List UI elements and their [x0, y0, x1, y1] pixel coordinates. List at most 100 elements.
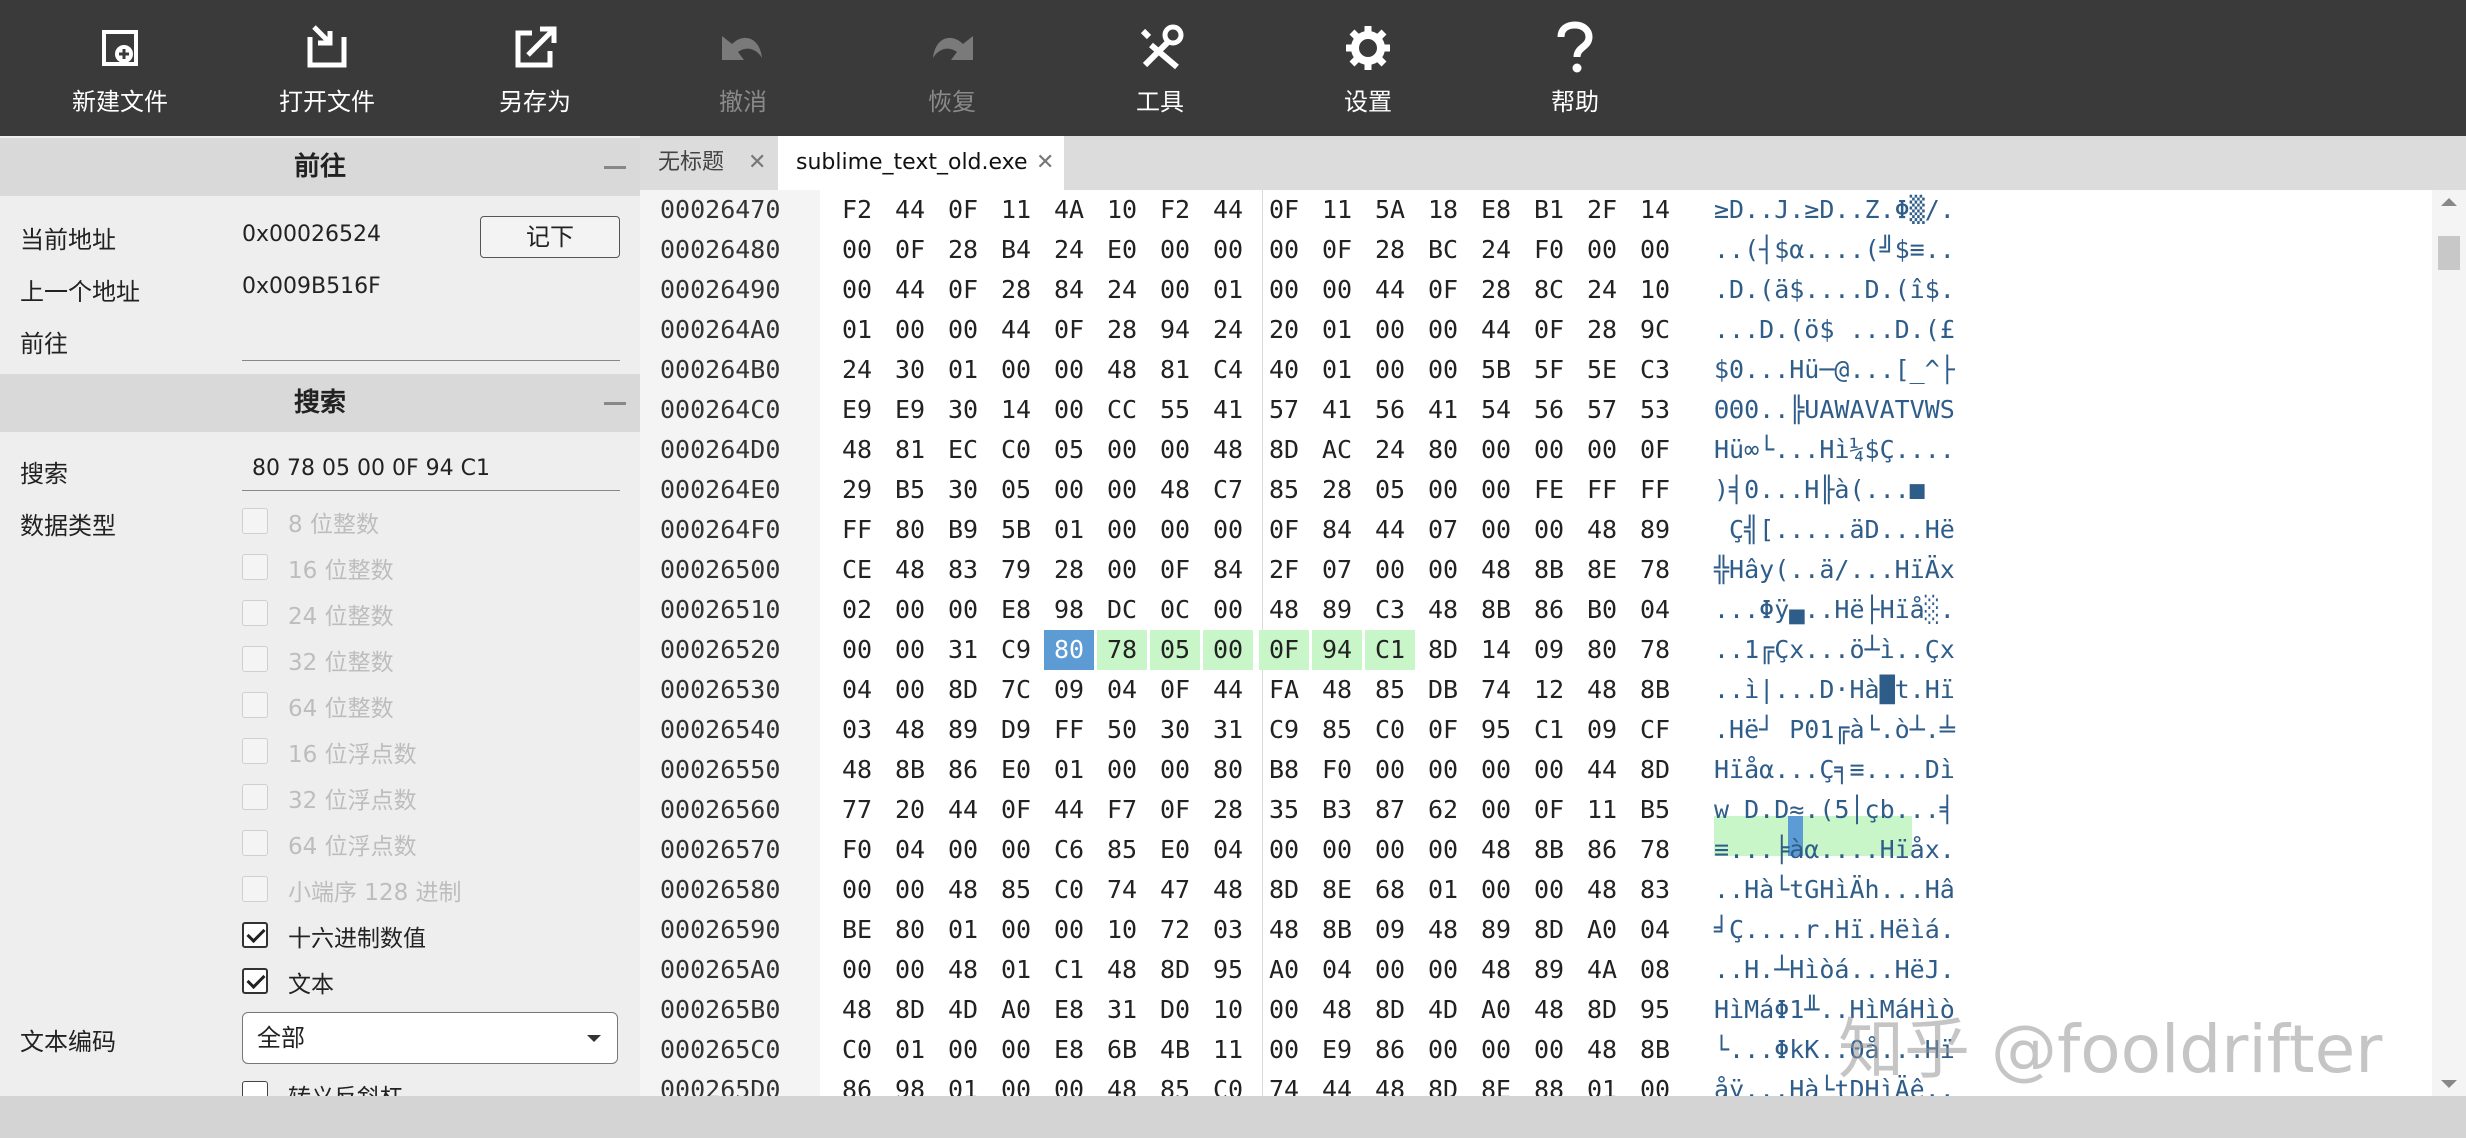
- hex-byte[interactable]: 00: [938, 1030, 988, 1070]
- hex-byte[interactable]: 11: [991, 190, 1041, 230]
- hex-byte[interactable]: 28: [1577, 310, 1627, 350]
- hex-byte[interactable]: 03: [1203, 910, 1253, 950]
- scroll-up-icon[interactable]: [2441, 198, 2457, 206]
- hex-byte[interactable]: 0F: [1150, 790, 1200, 830]
- hex-byte[interactable]: 84: [1203, 550, 1253, 590]
- hex-byte[interactable]: E8: [991, 590, 1041, 630]
- hex-byte[interactable]: 9C: [1630, 310, 1680, 350]
- hex-byte[interactable]: 0F: [1524, 310, 1574, 350]
- hex-byte[interactable]: 31: [1097, 990, 1147, 1030]
- hex-byte[interactable]: 8B: [1630, 670, 1680, 710]
- hex-byte[interactable]: 41: [1418, 390, 1468, 430]
- settings-button[interactable]: 设置: [1298, 0, 1438, 136]
- hex-byte[interactable]: 00: [1471, 470, 1521, 510]
- search-input[interactable]: 80 78 05 00 0F 94 C1: [252, 456, 490, 481]
- hex-byte[interactable]: C4: [1203, 350, 1253, 390]
- hex-byte[interactable]: 00: [938, 590, 988, 630]
- ascii-text[interactable]: ..1╔Çx...ö┴ì..Çx: [1714, 630, 1955, 670]
- open-file-button[interactable]: 打开文件: [257, 0, 397, 136]
- hex-byte[interactable]: 5B: [1471, 350, 1521, 390]
- hex-byte[interactable]: 85: [1150, 1070, 1200, 1096]
- hex-byte[interactable]: B8: [1259, 750, 1309, 790]
- hex-byte[interactable]: 00: [991, 1030, 1041, 1070]
- hex-byte[interactable]: 00: [1150, 270, 1200, 310]
- hex-byte[interactable]: E0: [1150, 830, 1200, 870]
- search-section-header[interactable]: 搜索: [0, 374, 640, 432]
- hex-byte[interactable]: 00: [1471, 750, 1521, 790]
- hex-byte[interactable]: 95: [1471, 710, 1521, 750]
- hex-byte[interactable]: 20: [1259, 310, 1309, 350]
- ascii-text[interactable]: ..H.┴Hìòá...HëJ.: [1714, 950, 1955, 990]
- hex-row[interactable]: 00026520 00 00 31 C9 80 78 05 00 0F 94 C1 8D 14 09 80 78…: [640, 630, 2466, 670]
- hex-byte[interactable]: 80: [1044, 630, 1094, 670]
- hex-byte[interactable]: 80: [1418, 430, 1468, 470]
- hex-byte[interactable]: 48: [1150, 470, 1200, 510]
- hex-byte[interactable]: 00: [832, 230, 882, 270]
- tools-button[interactable]: 工具: [1090, 0, 1230, 136]
- hex-byte[interactable]: 68: [1365, 870, 1415, 910]
- hex-byte[interactable]: C0: [832, 1030, 882, 1070]
- hex-byte[interactable]: 50: [1097, 710, 1147, 750]
- hex-byte[interactable]: C0: [1203, 1070, 1253, 1096]
- hex-byte[interactable]: 8D: [1630, 750, 1680, 790]
- hex-byte[interactable]: FF: [1630, 470, 1680, 510]
- hex-byte[interactable]: 48: [1577, 870, 1627, 910]
- hex-byte[interactable]: 4B: [1150, 1030, 1200, 1070]
- hex-byte[interactable]: 48: [885, 710, 935, 750]
- hex-byte[interactable]: 00: [1259, 830, 1309, 870]
- hex-byte[interactable]: 05: [1150, 630, 1200, 670]
- hex-byte[interactable]: D0: [1150, 990, 1200, 1030]
- hex-byte[interactable]: 5E: [1577, 350, 1627, 390]
- hex-byte[interactable]: 03: [832, 710, 882, 750]
- hex-byte[interactable]: 29: [832, 470, 882, 510]
- hex-row[interactable]: 00026540 03 48 89 D9 FF 50 30 31 C9 85 C0 0F 95 C1 09 CF…: [640, 710, 2466, 750]
- hex-byte[interactable]: 95: [1203, 950, 1253, 990]
- hex-byte[interactable]: 30: [1150, 710, 1200, 750]
- hex-byte[interactable]: 04: [1203, 830, 1253, 870]
- hex-byte[interactable]: 57: [1259, 390, 1309, 430]
- scroll-down-icon[interactable]: [2441, 1080, 2457, 1088]
- hex-byte[interactable]: 00: [885, 630, 935, 670]
- hex-byte[interactable]: AC: [1312, 430, 1362, 470]
- hex-byte[interactable]: 01: [991, 950, 1041, 990]
- hex-byte[interactable]: 00: [1418, 750, 1468, 790]
- hex-byte[interactable]: 72: [1150, 910, 1200, 950]
- hex-byte[interactable]: FF: [1044, 710, 1094, 750]
- hex-byte[interactable]: 00: [1203, 510, 1253, 550]
- hex-byte[interactable]: 30: [885, 350, 935, 390]
- hex-byte[interactable]: 83: [938, 550, 988, 590]
- hex-byte[interactable]: 77: [832, 790, 882, 830]
- ascii-text[interactable]: ...D.(ö$ ...D.(£: [1714, 310, 1955, 350]
- hex-byte[interactable]: C7: [1203, 470, 1253, 510]
- hex-row[interactable]: 00026480 00 0F 28 B4 24 E0 00 00 00 0F 28 BC 24 F0 00 00…: [640, 230, 2466, 270]
- hex-byte[interactable]: 09: [1044, 670, 1094, 710]
- hex-byte[interactable]: 00: [1524, 750, 1574, 790]
- hex-byte[interactable]: B9: [938, 510, 988, 550]
- hex-byte[interactable]: 2F: [1259, 550, 1309, 590]
- hex-byte[interactable]: 18: [1418, 190, 1468, 230]
- hex-byte[interactable]: 04: [885, 830, 935, 870]
- hex-byte[interactable]: 0F: [1312, 230, 1362, 270]
- close-icon[interactable]: ✕: [1036, 136, 1054, 190]
- hex-editor[interactable]: 00026470 F2 44 0F 11 4A 10 F2 44 0F 11 5A 18 E8 B1 2F 14…: [640, 190, 2466, 1096]
- hex-byte[interactable]: 00: [1097, 430, 1147, 470]
- hex-byte[interactable]: 00: [1044, 390, 1094, 430]
- checkbox[interactable]: [242, 646, 268, 672]
- hex-byte[interactable]: 10: [1203, 990, 1253, 1030]
- hex-row[interactable]: 000264E0 29 B5 30 05 00 00 48 C7 85 28 05 00 00 FE FF FF…: [640, 470, 2466, 510]
- hex-byte[interactable]: 83: [1630, 870, 1680, 910]
- hex-byte[interactable]: 00: [1044, 1070, 1094, 1096]
- hex-row[interactable]: 00026510 02 00 00 E8 98 DC 0C 00 48 89 C3 48 8B 86 B0 04…: [640, 590, 2466, 630]
- hex-byte[interactable]: 0F: [1259, 510, 1309, 550]
- hex-byte[interactable]: A0: [1259, 950, 1309, 990]
- hex-byte[interactable]: 44: [1365, 270, 1415, 310]
- hex-byte[interactable]: 8B: [1312, 910, 1362, 950]
- hex-byte[interactable]: 02: [832, 590, 882, 630]
- save-as-button[interactable]: 另存为: [465, 0, 605, 136]
- hex-byte[interactable]: 00: [1365, 350, 1415, 390]
- hex-row[interactable]: 00026490 00 44 0F 28 84 24 00 01 00 00 44 0F 28 8C 24 10…: [640, 270, 2466, 310]
- hex-byte[interactable]: B5: [1630, 790, 1680, 830]
- ascii-text[interactable]: )╡0...H╟à(...■: [1714, 470, 1955, 510]
- hex-byte[interactable]: 00: [1150, 510, 1200, 550]
- hex-byte[interactable]: 89: [1630, 510, 1680, 550]
